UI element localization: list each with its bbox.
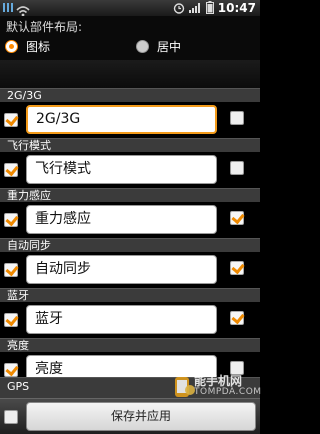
section-label: 2G/3G: [0, 88, 260, 102]
option-checkbox[interactable]: [230, 211, 244, 225]
save-apply-button[interactable]: 保存并应用: [26, 402, 256, 431]
enable-checkbox[interactable]: [4, 213, 18, 227]
section-gravity: 重力感应 重力感应: [0, 188, 260, 238]
enable-checkbox[interactable]: [4, 263, 18, 277]
section-label: GPS: [0, 377, 260, 398]
option-checkbox[interactable]: [230, 161, 244, 175]
label-input[interactable]: 飞行模式: [26, 155, 217, 184]
section-row: 蓝牙: [0, 302, 260, 338]
radio-label: 居中: [157, 40, 182, 54]
section-gps: GPS: [0, 377, 260, 398]
status-bar: 10:47: [0, 0, 260, 17]
battery-icon: [205, 0, 214, 18]
section-label: 自动同步: [0, 238, 260, 252]
option-checkbox[interactable]: [230, 311, 244, 325]
label-input[interactable]: 重力感应: [26, 205, 217, 234]
enable-checkbox[interactable]: [4, 313, 18, 327]
section-label: 重力感应: [0, 188, 260, 202]
section-airplane: 飞行模式 飞行模式: [0, 138, 260, 188]
section-row: 2G/3G: [0, 102, 260, 138]
label-input[interactable]: 自动同步: [26, 255, 217, 284]
usb-debug-icon: [2, 1, 14, 16]
layout-title: 默认部件布局:: [6, 20, 83, 34]
option-checkbox[interactable]: [230, 111, 244, 125]
radio-option-center[interactable]: 居中: [136, 38, 181, 55]
enable-checkbox[interactable]: [4, 163, 18, 177]
section-row: 飞行模式: [0, 152, 260, 188]
section-row: 自动同步: [0, 252, 260, 288]
section-2g3g: 2G/3G 2G/3G: [0, 88, 260, 138]
radio-unselected-icon[interactable]: [136, 40, 149, 53]
layout-header: 默认部件布局: 图标 居中: [0, 16, 260, 60]
section-label: 飞行模式: [0, 138, 260, 152]
section-label: 蓝牙: [0, 288, 260, 302]
option-checkbox[interactable]: [230, 261, 244, 275]
option-checkbox[interactable]: [230, 361, 244, 375]
radio-label: 图标: [26, 40, 51, 54]
section-bluetooth: 蓝牙 蓝牙: [0, 288, 260, 338]
enable-checkbox[interactable]: [4, 113, 18, 127]
clock: 10:47: [217, 1, 256, 15]
label-input[interactable]: 蓝牙: [26, 305, 217, 334]
radio-option-icon[interactable]: 图标: [5, 38, 50, 55]
section-label: 亮度: [0, 338, 260, 352]
alarm-icon: [173, 0, 185, 18]
label-input[interactable]: 2G/3G: [26, 105, 217, 134]
signal-icon: [188, 0, 202, 18]
section-auto-sync: 自动同步 自动同步: [0, 238, 260, 288]
radio-selected-icon[interactable]: [5, 40, 18, 53]
bottom-bar: 保存并应用: [0, 398, 260, 434]
divider-band: [0, 60, 260, 88]
section-row: 重力感应: [0, 202, 260, 238]
bottom-checkbox[interactable]: [4, 410, 18, 424]
enable-checkbox[interactable]: [4, 363, 18, 377]
